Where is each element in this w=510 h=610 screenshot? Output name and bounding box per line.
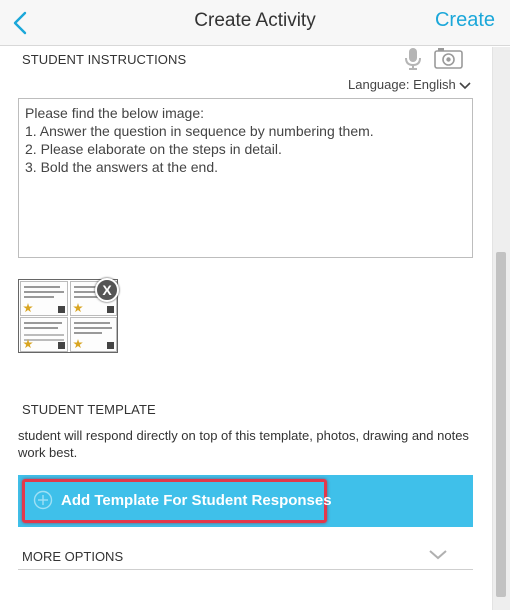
add-template-button[interactable]: Add Template For Student Responses xyxy=(22,479,332,523)
instruction-line: Please find the below image: xyxy=(25,105,204,121)
more-options-label: MORE OPTIONS xyxy=(22,549,124,564)
add-template-bar[interactable]: Add Template For Student Responses xyxy=(18,475,473,527)
header-bar: Create Activity Create xyxy=(0,0,510,46)
create-button[interactable]: Create xyxy=(435,9,495,32)
instruction-line: 1. Answer the question in sequence by nu… xyxy=(25,123,374,139)
student-template-heading: STUDENT TEMPLATE xyxy=(22,402,156,417)
camera-icon[interactable] xyxy=(434,47,464,69)
template-description: student will respond directly on top of … xyxy=(18,428,469,460)
instruction-line: 2. Please elaborate on the steps in deta… xyxy=(25,141,282,157)
chevron-down-icon xyxy=(459,81,471,89)
instructions-textarea[interactable]: Please find the below image: 1. Answer t… xyxy=(18,98,473,258)
student-instructions-heading: STUDENT INSTRUCTIONS xyxy=(22,52,187,67)
chevron-down-icon xyxy=(429,550,447,560)
language-selector[interactable]: Language: English xyxy=(348,77,471,92)
back-button[interactable] xyxy=(10,9,36,37)
scrollbar-thumb[interactable] xyxy=(496,252,506,597)
more-options-toggle[interactable]: MORE OPTIONS xyxy=(18,541,473,570)
form-content: STUDENT INSTRUCTIONS Language: English P… xyxy=(0,47,492,610)
add-template-label: Add Template For Student Responses xyxy=(61,492,332,509)
remove-image-button[interactable]: X xyxy=(95,278,119,302)
page-title: Create Activity xyxy=(194,10,316,31)
chevron-left-icon xyxy=(13,11,27,35)
plus-circle-icon xyxy=(33,490,53,510)
instruction-line: 3. Bold the answers at the end. xyxy=(25,159,219,175)
language-label: Language: English xyxy=(348,77,456,92)
thumbnail-card xyxy=(20,281,68,316)
scrollbar[interactable] xyxy=(492,47,510,610)
microphone-icon[interactable] xyxy=(404,47,422,71)
thumbnail-card xyxy=(20,317,68,352)
thumbnail-card xyxy=(70,317,117,352)
